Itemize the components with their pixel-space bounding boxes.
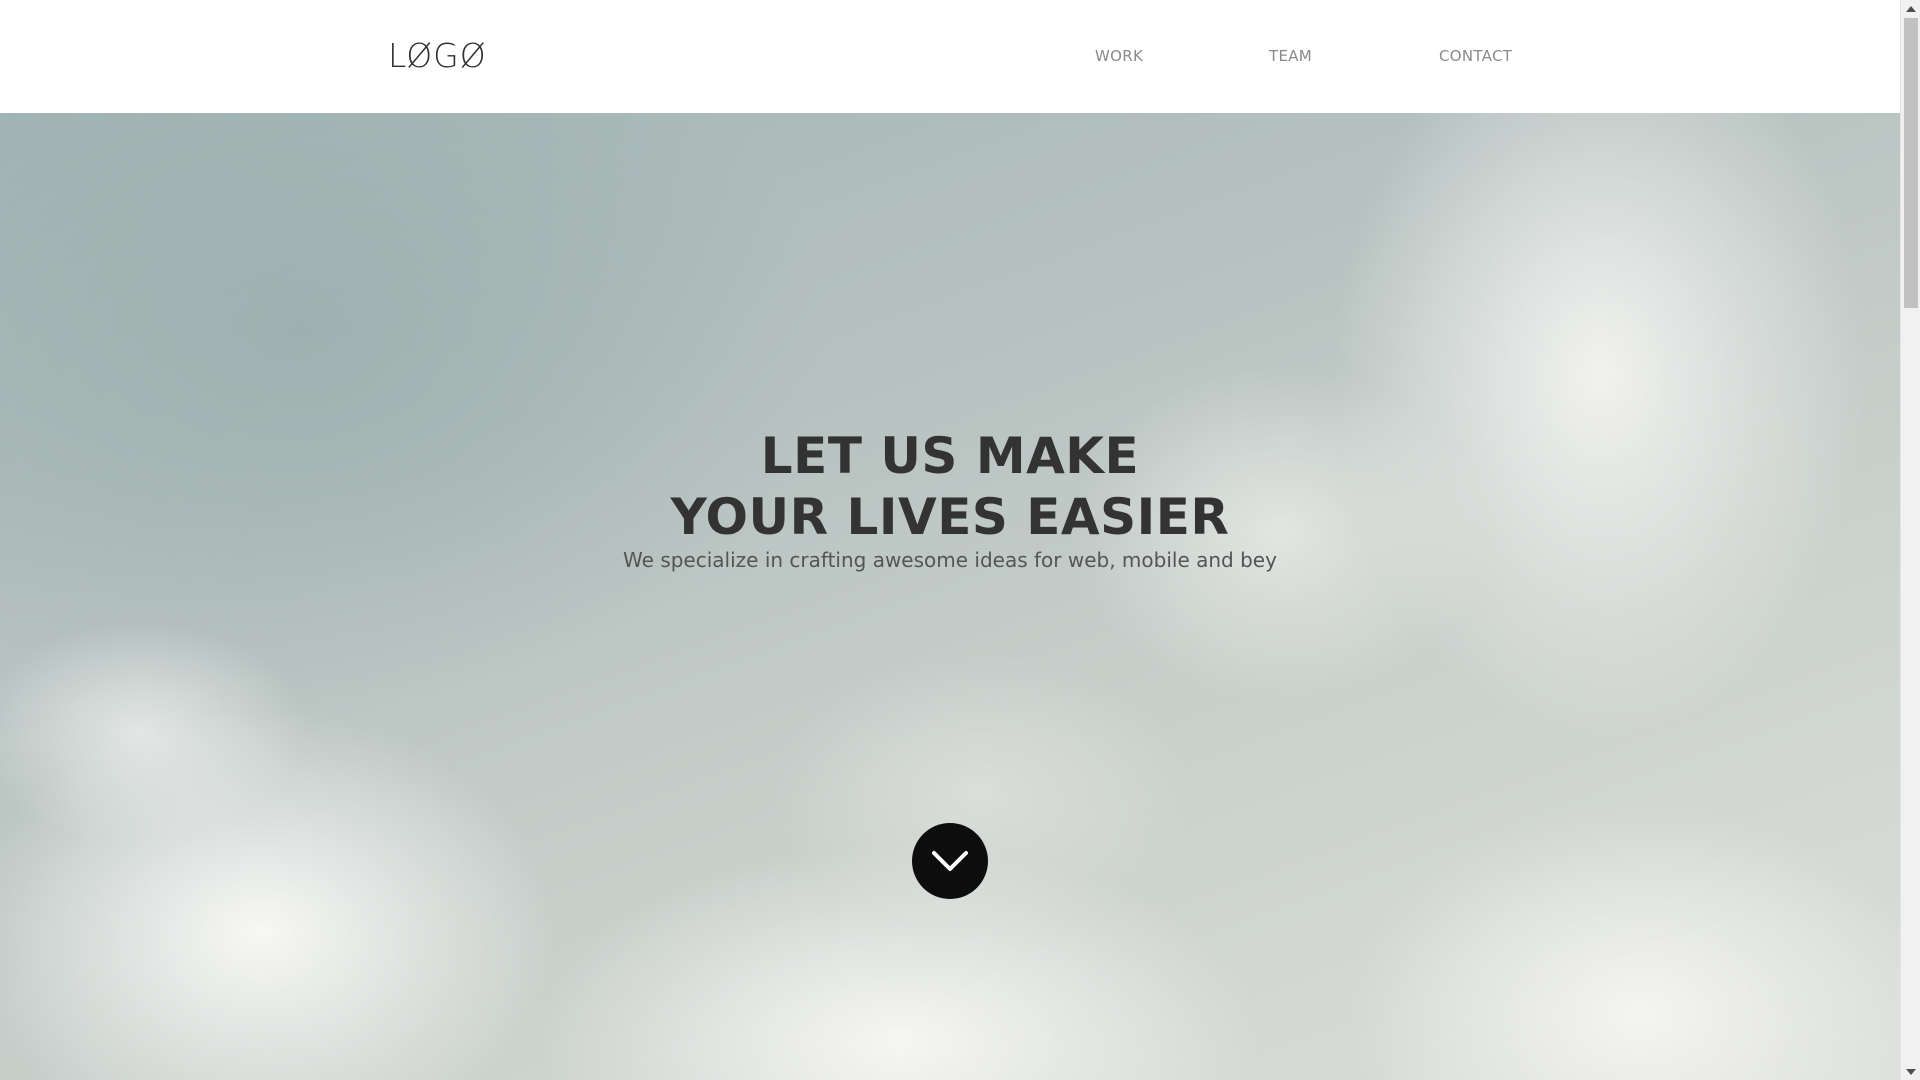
- hero-title-line-1: LET US MAKE: [760, 427, 1140, 485]
- nav-item-team[interactable]: TEAM: [1269, 47, 1312, 65]
- site-header: LØGØ WORK TEAM CONTACT: [0, 0, 1900, 113]
- main-nav: WORK TEAM CONTACT: [0, 47, 1900, 67]
- vertical-scrollbar[interactable]: [1900, 0, 1920, 1080]
- hero-title-line-2: YOUR LIVES EASIER: [670, 488, 1230, 546]
- hero-subtitle: We specialize in crafting awesome ideas …: [623, 548, 1277, 572]
- chevron-down-icon: [932, 851, 968, 871]
- nav-item-work[interactable]: WORK: [1095, 47, 1143, 65]
- page: LØGØ WORK TEAM CONTACT LET US MAKE YOUR …: [0, 0, 1920, 1080]
- hero-section: LET US MAKE YOUR LIVES EASIER We special…: [0, 113, 1900, 1080]
- scroll-up-arrow-icon[interactable]: [1901, 0, 1920, 17]
- scroll-down-arrow-icon[interactable]: [1901, 1063, 1920, 1080]
- nav-item-contact[interactable]: CONTACT: [1439, 47, 1512, 65]
- scroll-down-button[interactable]: [912, 823, 988, 899]
- scrollbar-thumb[interactable]: [1904, 18, 1918, 308]
